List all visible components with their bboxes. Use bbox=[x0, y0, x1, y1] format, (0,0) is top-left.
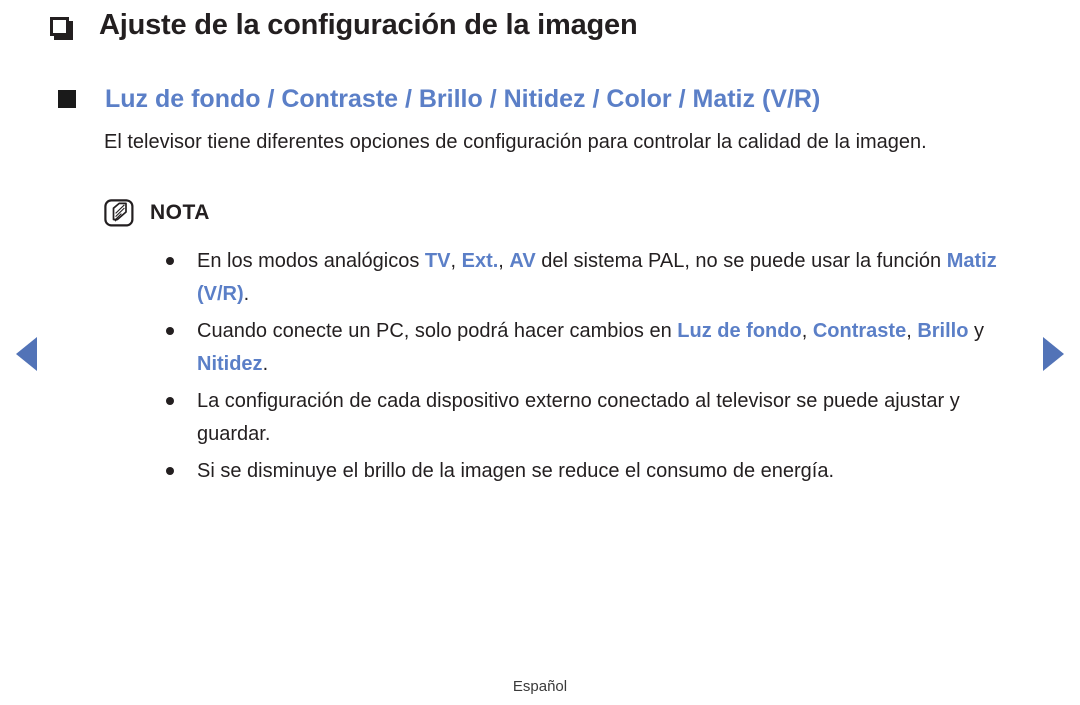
section-heading-row: Luz de fondo / Contraste / Brillo / Niti… bbox=[58, 84, 820, 114]
note-header: NOTA bbox=[104, 199, 210, 227]
highlighted-term: Nitidez bbox=[197, 353, 263, 375]
plain-text: , bbox=[450, 250, 462, 272]
note-pencil-icon bbox=[104, 199, 134, 227]
note-item-text: Cuando conecte un PC, solo podrá hacer c… bbox=[197, 315, 1036, 381]
plain-text: y bbox=[968, 320, 985, 342]
note-label: NOTA bbox=[150, 201, 210, 224]
page-title-row: Ajuste de la configuración de la imagen bbox=[50, 8, 638, 43]
plain-text: , bbox=[906, 320, 918, 342]
note-item-text: La configuración de cada dispositivo ext… bbox=[197, 385, 1036, 451]
plain-text: Cuando conecte un PC, solo podrá hacer c… bbox=[197, 320, 678, 342]
note-list-item: Si se disminuye el brillo de la imagen s… bbox=[166, 455, 1036, 488]
left-triangle-arrow-icon[interactable] bbox=[16, 337, 37, 371]
right-triangle-arrow-icon[interactable] bbox=[1043, 337, 1064, 371]
intro-paragraph: El televisor tiene diferentes opciones d… bbox=[104, 131, 927, 153]
note-item-text: Si se disminuye el brillo de la imagen s… bbox=[197, 455, 1036, 488]
plain-text: . bbox=[262, 353, 269, 375]
note-item-text: En los modos analógicos TV, Ext., AV del… bbox=[197, 245, 1036, 311]
highlighted-term: Luz de fondo bbox=[677, 320, 802, 342]
page-title: Ajuste de la configuración de la imagen bbox=[99, 9, 638, 41]
note-list: En los modos analógicos TV, Ext., AV del… bbox=[166, 245, 1036, 492]
plain-text: , bbox=[498, 250, 510, 272]
bullet-dot-icon bbox=[166, 467, 174, 475]
plain-text: , bbox=[801, 320, 813, 342]
highlighted-term: Brillo bbox=[917, 320, 969, 342]
plain-text: del sistema PAL, no se puede usar la fun… bbox=[535, 250, 947, 272]
bullet-dot-icon bbox=[166, 257, 174, 265]
highlighted-term: TV bbox=[424, 250, 451, 272]
plain-text: La configuración de cada dispositivo ext… bbox=[197, 390, 960, 445]
filled-square-bullet-icon bbox=[58, 90, 76, 108]
bullet-dot-icon bbox=[166, 327, 174, 335]
bullet-dot-icon bbox=[166, 397, 174, 405]
plain-text: . bbox=[243, 283, 250, 305]
highlighted-term: AV bbox=[509, 250, 536, 272]
manual-page: Ajuste de la configuración de la imagen … bbox=[0, 0, 1080, 705]
note-list-item: La configuración de cada dispositivo ext… bbox=[166, 385, 1036, 451]
plain-text: Si se disminuye el brillo de la imagen s… bbox=[197, 460, 835, 482]
plain-text: En los modos analógicos bbox=[197, 250, 425, 272]
highlighted-term: Ext. bbox=[461, 250, 499, 272]
highlighted-term: Contraste bbox=[812, 320, 907, 342]
note-list-item: Cuando conecte un PC, solo podrá hacer c… bbox=[166, 315, 1036, 381]
note-list-item: En los modos analógicos TV, Ext., AV del… bbox=[166, 245, 1036, 311]
section-heading: Luz de fondo / Contraste / Brillo / Niti… bbox=[105, 85, 821, 113]
hollow-square-bullet-icon bbox=[50, 16, 73, 40]
footer-language: Español bbox=[512, 678, 568, 695]
